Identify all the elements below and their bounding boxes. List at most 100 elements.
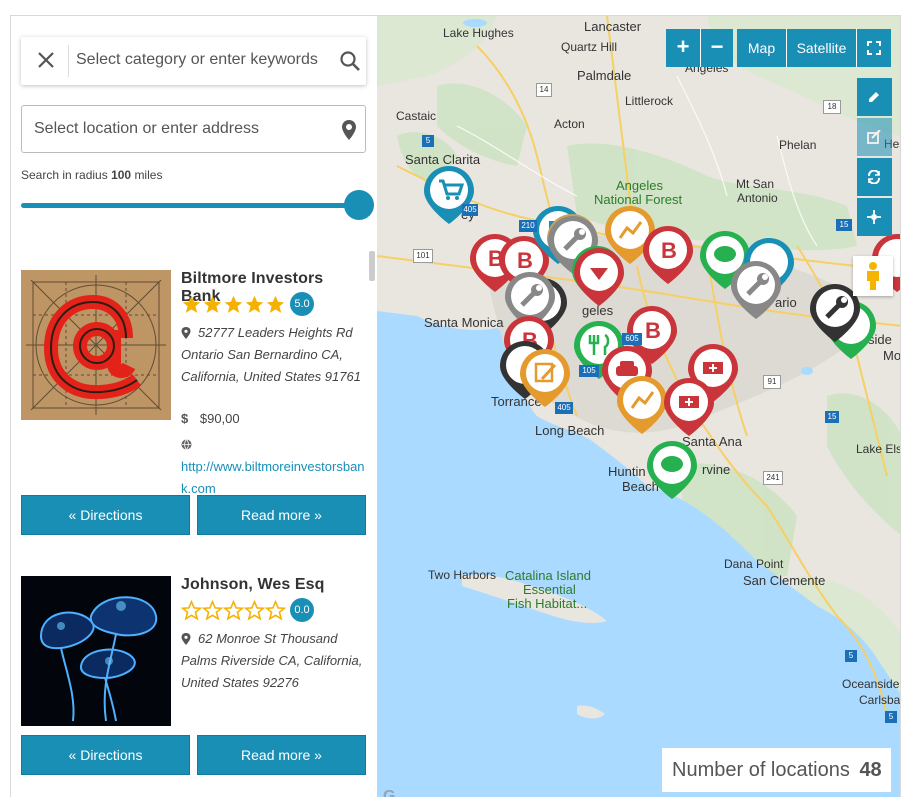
globe-icon: [181, 437, 192, 455]
close-icon[interactable]: [35, 49, 57, 71]
rating-badge: 5.0: [290, 292, 314, 316]
map-type-map-button[interactable]: Map: [737, 29, 786, 67]
category-search-box[interactable]: Select category or enter keywords: [21, 37, 366, 85]
listing-thumbnail[interactable]: [21, 270, 171, 420]
zoom-out-button[interactable]: −: [700, 29, 733, 67]
star-filled-icon: [245, 295, 264, 313]
place-label: rvine: [702, 462, 731, 477]
place-label: Phelan: [779, 138, 817, 152]
place-label: Dana Point: [724, 557, 784, 571]
location-search-input[interactable]: Select location or enter address: [34, 120, 259, 138]
road-shield: 91: [763, 375, 781, 389]
place-label: Carlsbad: [859, 693, 901, 707]
radius-slider-track[interactable]: [21, 203, 359, 208]
read-more-button[interactable]: Read more »: [197, 735, 366, 775]
star-empty-icon: [244, 599, 265, 621]
road-shield: 18: [823, 100, 841, 114]
road-shield: 405: [555, 402, 573, 414]
location-search-box[interactable]: Select location or enter address: [21, 105, 366, 153]
place-label: Castaic: [396, 109, 437, 123]
place-label: side: [868, 332, 892, 347]
edit-shape-button[interactable]: [857, 118, 892, 156]
road-shield: 241: [763, 471, 783, 485]
street-view-pegman[interactable]: [853, 256, 893, 296]
locations-count-label: Number of locations: [672, 759, 850, 781]
address-line-1: 52777 Leaders Heights Rd: [198, 325, 353, 340]
map-canvas[interactable]: Lancaster Lake Hughes Quartz Hill Palmda…: [377, 16, 901, 797]
place-label: Fish Habitat...: [507, 596, 588, 611]
listing-website-link[interactable]: http://www.biltmoreinvestorsbank.com: [181, 456, 366, 500]
directions-button[interactable]: « Directions: [21, 495, 190, 535]
star-filled-icon: [224, 295, 243, 313]
place-label: Palmdale: [577, 68, 632, 83]
address-line-2: Palms Riverside CA, California,: [181, 653, 363, 668]
place-label: Acton: [554, 117, 585, 131]
refresh-button[interactable]: [857, 158, 892, 196]
place-label: Lake Elsi: [856, 442, 901, 456]
draw-button[interactable]: [857, 78, 892, 116]
road-shield: 14: [536, 83, 552, 97]
place-label: Quartz Hill: [561, 40, 618, 54]
place-label: Huntin: [608, 464, 646, 479]
place-label: Oceanside: [842, 677, 900, 691]
locations-count-value: 48: [859, 759, 882, 781]
refresh-icon: [868, 169, 880, 185]
dollar-icon: $: [181, 411, 189, 426]
place-label: Lake Hughes: [443, 26, 514, 40]
fullscreen-icon: [867, 41, 881, 55]
place-label: Essential: [523, 582, 576, 597]
map-marker-icon: [181, 327, 191, 339]
road-shield: 405: [462, 204, 478, 216]
listing-card: Johnson, Wes Esq 0.0 62 Monroe St Thousa…: [21, 576, 366, 736]
place-label: Mo: [883, 348, 901, 363]
search-separator: [68, 45, 69, 77]
road-shield: 101: [413, 249, 433, 263]
road-shield: 5: [845, 650, 857, 662]
listing-address: 62 Monroe St Thousand Palms Riverside CA…: [181, 628, 362, 694]
listing-sidebar: Select category or enter keywords Select…: [11, 16, 377, 797]
place-label: ario: [775, 295, 797, 310]
radius-text: Search in radius 100 miles: [21, 168, 162, 182]
fullscreen-button[interactable]: [856, 29, 891, 67]
location-pin-icon[interactable]: [340, 119, 358, 141]
radius-slider-handle[interactable]: [344, 190, 374, 220]
place-label: Santa Clarita: [405, 152, 481, 167]
listing-title[interactable]: Johnson, Wes Esq: [181, 576, 325, 594]
place-label: Beach: [622, 479, 659, 494]
road-shield: 15: [836, 219, 852, 231]
rating-badge: 0.0: [290, 598, 314, 622]
rating-stars: 5.0: [181, 292, 314, 316]
search-icon[interactable]: [339, 50, 361, 72]
directions-button[interactable]: « Directions: [21, 735, 190, 775]
address-line-3: California, United States 91761: [181, 369, 361, 384]
rating-stars: 0.0: [181, 598, 314, 622]
map-marker-icon: [181, 633, 191, 645]
place-label: Mt San: [736, 177, 775, 191]
crosshair-icon: [867, 210, 881, 224]
category-search-input[interactable]: Select category or enter keywords: [76, 51, 318, 69]
address-line-1: 62 Monroe St Thousand: [198, 631, 338, 646]
locate-button[interactable]: [857, 198, 892, 236]
star-empty-icon: [265, 599, 286, 621]
app-frame: Select category or enter keywords Select…: [10, 15, 901, 797]
address-line-2: Ontario San Bernardino CA,: [181, 347, 343, 362]
road-shield: 605: [622, 333, 642, 345]
star-empty-icon: [181, 599, 202, 621]
price-value: $90,00: [199, 411, 240, 426]
locations-count: Number of locations 48: [662, 748, 891, 792]
place-label: Long Beach: [535, 423, 605, 438]
listing-address: 52777 Leaders Heights Rd Ontario San Ber…: [181, 322, 361, 388]
road-shield: 15: [825, 411, 839, 423]
place-label: Littlerock: [625, 94, 674, 108]
road-shield: 105: [579, 365, 599, 377]
read-more-button[interactable]: Read more »: [197, 495, 366, 535]
place-label: Lancaster: [584, 19, 642, 34]
google-logo: G: [383, 788, 396, 797]
radius-prefix: Search in radius: [21, 168, 108, 182]
star-empty-icon: [202, 599, 223, 621]
sidebar-scrollbar[interactable]: [369, 251, 375, 281]
listing-price: $ $90,00: [181, 411, 240, 426]
map-type-satellite-button[interactable]: Satellite: [786, 29, 856, 67]
zoom-in-button[interactable]: +: [666, 29, 700, 67]
listing-thumbnail[interactable]: [21, 576, 171, 726]
